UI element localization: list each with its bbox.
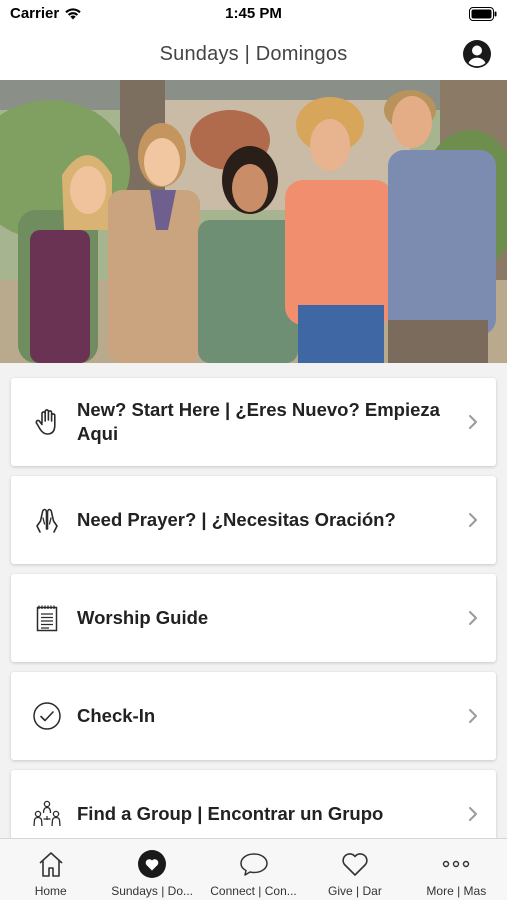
tab-more[interactable]: More | Mas: [406, 839, 507, 900]
card-label: New? Start Here | ¿Eres Nuevo? Empieza A…: [77, 399, 440, 444]
home-icon: [39, 852, 63, 877]
tab-bar: Home Sundays | Do... Connect | Con... Gi…: [0, 838, 507, 900]
chevron-right-icon: [469, 611, 477, 625]
chevron-right-icon: [469, 807, 477, 821]
card-label: Need Prayer? | ¿Necesitas Oración?: [77, 509, 396, 530]
notepad-icon: [36, 605, 58, 632]
page-title: Sundays | Domingos: [159, 42, 348, 65]
people-group-icon: [33, 800, 61, 827]
chevron-right-icon: [469, 709, 477, 723]
group-photo: [0, 80, 507, 363]
card-label: Worship Guide: [77, 607, 209, 628]
tab-label: Sundays | Do...: [111, 884, 194, 898]
status-bar: Carrier 1:45 PM: [0, 0, 507, 28]
heart-filled-icon: [138, 850, 167, 878]
card-check-in[interactable]: Check-In: [11, 672, 496, 760]
navigation-bar: Sundays | Domingos: [0, 28, 507, 80]
chat-bubble-icon: [239, 853, 268, 876]
card-new-start-here[interactable]: New? Start Here | ¿Eres Nuevo? Empieza A…: [11, 378, 496, 466]
card-worship-guide[interactable]: Worship Guide: [11, 574, 496, 662]
hand-icon: [35, 409, 56, 435]
profile-icon[interactable]: [462, 39, 492, 69]
chevron-right-icon: [469, 415, 477, 429]
praying-hands-icon: [36, 508, 58, 533]
tab-give[interactable]: Give | Dar: [304, 839, 405, 900]
tab-home[interactable]: Home: [0, 839, 101, 900]
hero-image: [0, 80, 507, 363]
more-dots-icon: [443, 860, 470, 868]
tab-label: Home: [34, 884, 67, 898]
tab-sundays[interactable]: Sundays | Do...: [101, 839, 202, 900]
card-label: Find a Group | Encontrar un Grupo: [77, 803, 384, 824]
battery-icon: [469, 7, 497, 21]
heart-outline-icon: [342, 853, 368, 876]
checkmark-circle-icon: [33, 702, 61, 730]
card-label: Check-In: [77, 705, 156, 726]
chevron-right-icon: [469, 513, 477, 527]
tab-label: More | Mas: [426, 884, 487, 898]
card-need-prayer[interactable]: Need Prayer? | ¿Necesitas Oración?: [11, 476, 496, 564]
tab-label: Give | Dar: [328, 884, 382, 898]
tab-connect[interactable]: Connect | Con...: [203, 839, 304, 900]
status-time: 1:45 PM: [225, 5, 282, 22]
tab-label: Connect | Con...: [210, 884, 297, 898]
